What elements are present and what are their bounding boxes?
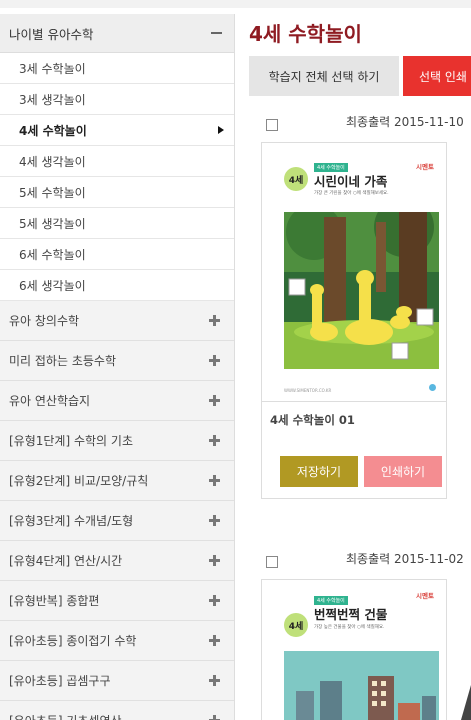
sidebar-category-label: [유형1단계] 수학의 기초	[9, 434, 133, 448]
expand-icon[interactable]	[209, 715, 220, 720]
sidebar-sub-item[interactable]: 5세 생각놀이	[0, 208, 234, 239]
sidebar-sub-item[interactable]: 3세 생각놀이	[0, 84, 234, 115]
top-strip	[0, 0, 471, 8]
expand-icon[interactable]	[209, 595, 220, 606]
select-all-button[interactable]: 학습지 전체 선택 하기	[249, 56, 399, 96]
sidebar-section-label: 나이별 유아수학	[9, 26, 94, 42]
sidebar-section-age-math[interactable]: 나이별 유아수학	[0, 14, 234, 53]
info-dot-icon	[429, 384, 436, 391]
last-printed-date: 최종출력 2015-11-10	[346, 115, 464, 129]
worksheet-thumbnail[interactable]: 4세 4세 수학놀이 번쩍번쩍 건물 가장 높은 건물을 찾아 ○에 색칠해요.…	[262, 580, 446, 720]
sidebar-category[interactable]: [유아초등] 곱셈구구	[0, 661, 234, 701]
collapse-icon[interactable]	[211, 32, 222, 34]
buildings-illustration	[284, 651, 439, 720]
sidebar-sub-item-label: 3세 수학놀이	[19, 61, 86, 76]
worksheet-thumbnail[interactable]: 4세 4세 수학놀이 시린이네 가족 가장 큰 기린을 찾아 ○에 색칠해보세요…	[262, 143, 446, 402]
expand-icon[interactable]	[209, 435, 220, 446]
sidebar-sub-item[interactable]: 6세 생각놀이	[0, 270, 234, 301]
sidebar-category-label: 유아 연산학습지	[9, 394, 91, 408]
print-selected-button[interactable]: 선택 인쇄	[403, 56, 471, 96]
sidebar-sub-item-label: 4세 생각놀이	[19, 154, 86, 169]
worksheet-checkbox[interactable]	[266, 556, 278, 568]
last-printed-date: 최종출력 2015-11-02	[346, 552, 464, 566]
sheet-heading: 시린이네 가족	[314, 174, 388, 189]
sidebar-category-label: [유아초등] 종이접기 수학	[9, 634, 137, 648]
sidebar-category[interactable]: 유아 연산학습지	[0, 381, 234, 421]
sheet-subtitle: 가장 큰 기린을 찾아 ○에 색칠해보세요.	[314, 191, 389, 196]
sidebar-category-label: [유형반복] 종합편	[9, 594, 100, 608]
sidebar-sub-item-label: 4세 수학놀이	[19, 123, 87, 138]
sidebar-category-label: [유아초등] 기초셈연산	[9, 712, 122, 720]
sidebar-sub-item[interactable]: 4세 수학놀이	[0, 115, 234, 146]
sidebar-category[interactable]: [유아초등] 기초셈연산	[0, 701, 234, 720]
sidebar-sub-item[interactable]: 3세 수학놀이	[0, 53, 234, 84]
sidebar-category[interactable]: [유형2단계] 비교/모양/규칙	[0, 461, 234, 501]
sidebar-category[interactable]: [유형3단계] 수개념/도형	[0, 501, 234, 541]
sidebar-sub-item[interactable]: 4세 생각놀이	[0, 146, 234, 177]
sheet-url: WWW.SIMENTOR.CO.KR	[284, 388, 332, 393]
worksheet-title: 4세 수학놀이 01	[270, 413, 355, 427]
sidebar-category-label: [유형2단계] 비교/모양/규칙	[9, 474, 149, 488]
sidebar-sub-item-label: 3세 생각놀이	[19, 92, 86, 107]
expand-icon[interactable]	[209, 355, 220, 366]
sidebar-category[interactable]: [유형반복] 종합편	[0, 581, 234, 621]
sidebar-sub-item-label: 6세 생각놀이	[19, 278, 86, 293]
worksheet-card: 4세 4세 수학놀이 번쩍번쩍 건물 가장 높은 건물을 찾아 ○에 색칠해요.…	[261, 579, 447, 720]
age-badge: 4세	[284, 167, 308, 191]
sidebar-category-list: 유아 창의수학미리 접하는 초등수학유아 연산학습지 [유형1단계] 수학의 기초…	[0, 301, 234, 720]
expand-icon[interactable]	[209, 515, 220, 526]
scroll-indicator[interactable]	[461, 685, 471, 720]
expand-icon[interactable]	[209, 675, 220, 686]
brand-logo: 시멘토	[416, 163, 434, 171]
sidebar-sub-list: 3세 수학놀이 3세 생각놀이 4세 수학놀이 4세 생각놀이 5세 수학놀이 5세 생각…	[0, 53, 234, 301]
expand-icon[interactable]	[209, 395, 220, 406]
worksheet-card: 4세 4세 수학놀이 시린이네 가족 가장 큰 기린을 찾아 ○에 색칠해보세요…	[261, 142, 447, 499]
expand-icon[interactable]	[209, 555, 220, 566]
sheet-heading: 번쩍번쩍 건물	[314, 607, 388, 622]
sidebar-sub-item-label: 5세 수학놀이	[19, 185, 86, 200]
sidebar-sub-item[interactable]: 6세 수학놀이	[0, 239, 234, 270]
sidebar-category-label: 유아 창의수학	[9, 314, 80, 328]
print-button[interactable]: 인쇄하기	[364, 456, 442, 487]
sidebar-sub-item-label: 5세 생각놀이	[19, 216, 86, 231]
expand-icon[interactable]	[209, 475, 220, 486]
active-arrow-icon	[218, 126, 224, 134]
brand-logo: 시멘토	[416, 592, 434, 600]
sidebar-category-label: [유형3단계] 수개념/도형	[9, 514, 134, 528]
worksheet-checkbox[interactable]	[266, 119, 278, 131]
sidebar-category[interactable]: [유형4단계] 연산/시간	[0, 541, 234, 581]
sidebar-category-label: 미리 접하는 초등수학	[9, 354, 116, 368]
sidebar-sub-item-label: 6세 수학놀이	[19, 247, 86, 262]
sidebar: 나이별 유아수학 3세 수학놀이 3세 생각놀이 4세 수학놀이 4세 생각놀이 5세 …	[0, 14, 235, 720]
sidebar-category[interactable]: 미리 접하는 초등수학	[0, 341, 234, 381]
page-title: 4세 수학놀이	[249, 22, 362, 46]
forest-giraffe-illustration	[284, 212, 439, 369]
sheet-subtitle: 가장 높은 건물을 찾아 ○에 색칠해요.	[314, 625, 385, 630]
sidebar-category[interactable]: [유형1단계] 수학의 기초	[0, 421, 234, 461]
sidebar-category[interactable]: [유아초등] 종이접기 수학	[0, 621, 234, 661]
sidebar-sub-item[interactable]: 5세 수학놀이	[0, 177, 234, 208]
sidebar-category-label: [유아초등] 곱셈구구	[9, 674, 111, 688]
expand-icon[interactable]	[209, 635, 220, 646]
expand-icon[interactable]	[209, 315, 220, 326]
sidebar-category-label: [유형4단계] 연산/시간	[9, 554, 123, 568]
sidebar-category[interactable]: 유아 창의수학	[0, 301, 234, 341]
save-button[interactable]: 저장하기	[280, 456, 358, 487]
age-badge: 4세	[284, 613, 308, 637]
